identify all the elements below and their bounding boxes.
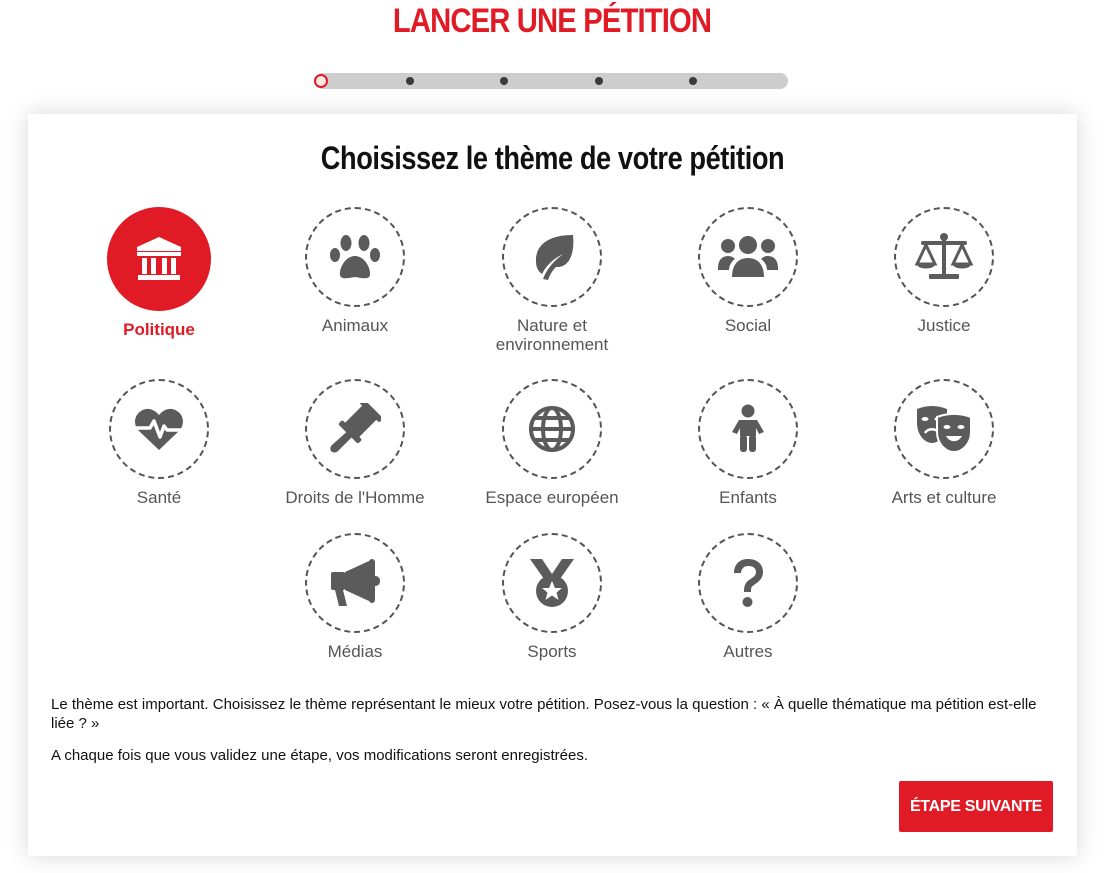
progress-step-dot: [689, 77, 697, 85]
theme-label: Nature et environnement: [495, 316, 609, 354]
child-icon: [732, 404, 764, 452]
theme-circle: [894, 379, 994, 479]
theme-circle: [305, 207, 405, 307]
heartbeat-icon: [135, 408, 183, 450]
theme-sports[interactable]: Sports: [454, 533, 650, 661]
theme-enfants[interactable]: Enfants: [650, 379, 846, 507]
theme-espace-europeen[interactable]: Espace européen: [454, 379, 650, 507]
theme-arts-culture[interactable]: Arts et culture: [846, 379, 1042, 507]
question-icon: [734, 559, 763, 607]
progress-bar: [314, 73, 788, 89]
theme-circle: [502, 533, 602, 633]
theme-politique[interactable]: Politique: [61, 207, 257, 339]
theme-circle: [698, 533, 798, 633]
theme-justice[interactable]: Justice: [846, 207, 1042, 335]
leaf-icon: [535, 235, 574, 280]
theme-autres[interactable]: Autres: [650, 533, 846, 661]
paw-icon: [330, 235, 380, 279]
theme-circle: [109, 379, 209, 479]
theme-label: Justice: [917, 316, 971, 335]
card-title: Choisissez le thème de votre pétition: [320, 140, 785, 176]
progress-step-dot: [406, 77, 414, 85]
theme-label: Autres: [723, 642, 773, 661]
globe-icon: [529, 406, 575, 452]
theme-label: Droits de l'Homme: [285, 488, 425, 507]
theme-circle: [698, 207, 798, 307]
theme-label: Politique: [123, 320, 195, 339]
theme-label: Médias: [327, 642, 383, 661]
theme-card: Choisissez le thème de votre pétition Po…: [28, 114, 1077, 856]
megaphone-icon: [331, 559, 380, 606]
progress-step-dot: [595, 77, 603, 85]
theme-label: Santé: [136, 488, 182, 507]
page-title: LANCER UNE PÉTITION: [392, 2, 712, 40]
theme-label: Espace européen: [485, 488, 619, 507]
theme-droits-homme[interactable]: Droits de l'Homme: [257, 379, 453, 507]
help-text-save: A chaque fois que vous validez une étape…: [51, 747, 588, 764]
landmark-icon: [137, 237, 181, 280]
theme-circle: [502, 379, 602, 479]
theme-circle: [894, 207, 994, 307]
help-text-theme: Le thème est important. Choisissez le th…: [51, 696, 1037, 732]
theme-label: Enfants: [719, 488, 777, 507]
theme-label: Sports: [527, 642, 577, 661]
theme-circle: [698, 379, 798, 479]
theme-sante[interactable]: Santé: [61, 379, 257, 507]
theme-circle: [305, 379, 405, 479]
theme-animaux[interactable]: Animaux: [257, 207, 453, 335]
users-icon: [718, 236, 778, 277]
gavel-icon: [330, 403, 381, 453]
theme-circle: [107, 207, 211, 311]
theme-nature-environnement[interactable]: Nature et environnement: [454, 207, 650, 354]
progress-current-step: [314, 74, 328, 88]
theme-circle: [502, 207, 602, 307]
theme-circle: [305, 533, 405, 633]
theme-medias[interactable]: Médias: [257, 533, 453, 661]
next-step-button[interactable]: ÉTAPE SUIVANTE: [899, 781, 1053, 832]
scale-icon: [915, 233, 973, 279]
theme-social[interactable]: Social: [650, 207, 846, 335]
theme-label: Arts et culture: [891, 488, 997, 507]
medal-icon: [530, 559, 574, 607]
theater-masks-icon: [917, 406, 972, 453]
progress-step-dot: [500, 77, 508, 85]
theme-label: Animaux: [321, 316, 389, 335]
theme-label: Social: [724, 316, 772, 335]
